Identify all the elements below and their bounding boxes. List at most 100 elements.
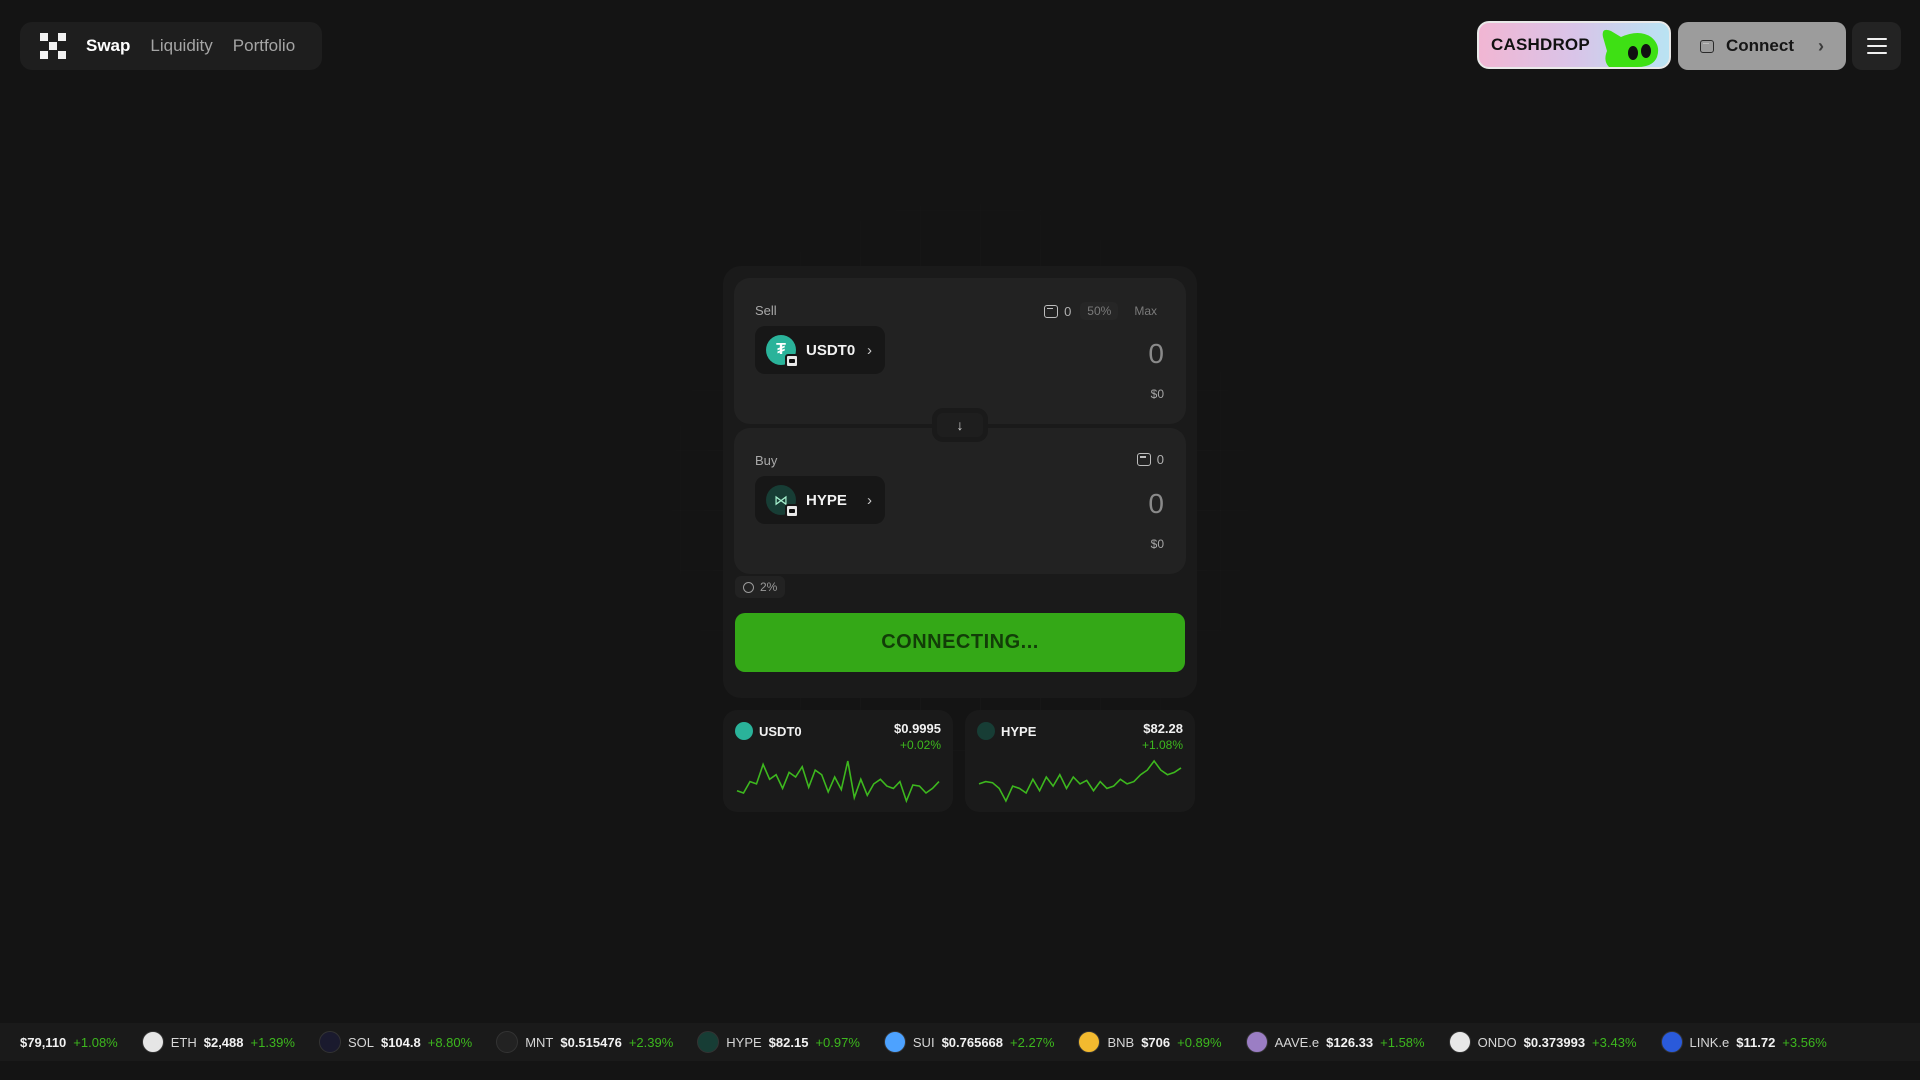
price-card-change: +1.08% <box>1141 738 1183 752</box>
ticker-change: +2.27% <box>1010 1034 1055 1050</box>
usdt0-token-icon: ₮ <box>766 335 799 368</box>
ticker-item[interactable]: SOL $104.8 +8.80% <box>318 1031 473 1053</box>
sparkline-line <box>736 760 940 804</box>
ticker-price: $11.72 <box>1736 1034 1776 1050</box>
nav-link-swap[interactable]: Swap <box>86 36 130 56</box>
token-icon <box>1078 1031 1101 1053</box>
hamburger-icon <box>1866 38 1887 40</box>
cashdrop-label: CASHDROP <box>1491 35 1590 54</box>
usdt0-token-icon <box>735 722 753 740</box>
ticker-change: +3.43% <box>1592 1034 1637 1050</box>
buy-panel: Buy 0 ⋈ HYPE › 0 $0 <box>734 428 1186 574</box>
ticker-symbol: SOL <box>347 1034 374 1050</box>
network-badge-icon <box>785 354 799 368</box>
cashdrop-button[interactable]: CASHDROP <box>1477 21 1671 69</box>
token-icon <box>318 1031 341 1053</box>
connect-label: Connect <box>1726 36 1794 55</box>
max-chip[interactable]: Max <box>1127 302 1164 320</box>
ticker-price: $0.765668 <box>941 1034 1004 1050</box>
gear-icon <box>743 581 754 593</box>
ticker-symbol: ETH <box>170 1034 197 1050</box>
buy-label: Buy <box>755 453 778 468</box>
ticker-change: +2.39% <box>628 1034 674 1050</box>
ticker-change: +8.80% <box>427 1034 473 1050</box>
wallet-icon <box>1700 39 1714 53</box>
price-card-hype[interactable]: HYPE $82.28 +1.08% <box>965 710 1195 812</box>
ticker-price: $706 <box>1141 1034 1171 1050</box>
connect-wallet-button[interactable]: Connect › <box>1678 22 1846 70</box>
price-card-token: USDT0 <box>759 723 802 739</box>
ticker-change: +1.08% <box>73 1034 118 1050</box>
chevron-right-icon: › <box>867 341 872 359</box>
ticker-price: $104.8 <box>380 1034 421 1050</box>
top-nav: Swap Liquidity Portfolio <box>20 22 322 70</box>
price-card-price: $0.9995 <box>894 721 941 736</box>
menu-button[interactable] <box>1852 22 1901 70</box>
chevron-right-icon: › <box>867 491 872 509</box>
sparkline-line <box>978 759 1182 803</box>
nav-link-portfolio[interactable]: Portfolio <box>233 36 295 56</box>
ticker-change: +0.97% <box>815 1034 860 1050</box>
hype-token-icon: ⋈ <box>766 485 799 518</box>
connecting-button[interactable]: CONNECTING... <box>735 613 1185 672</box>
ticker-item[interactable]: MNT $0.515476 +2.39% <box>496 1031 673 1053</box>
sell-balance-value: 0 <box>1064 303 1072 319</box>
ticker-symbol: HYPE <box>726 1034 762 1050</box>
wallet-icon <box>1044 304 1059 318</box>
buy-amount-input[interactable]: 0 <box>1148 488 1164 520</box>
half-chip[interactable]: 50% <box>1080 302 1119 320</box>
sell-label: Sell <box>755 303 777 318</box>
ticker-price: $82.15 <box>768 1034 809 1050</box>
token-icon <box>1245 1031 1268 1053</box>
ticker-symbol: ONDO <box>1477 1034 1517 1050</box>
ticker-item[interactable]: ETH $2,488 +1.39% <box>141 1031 295 1053</box>
logo-icon[interactable] <box>40 33 66 59</box>
token-icon <box>1660 1031 1683 1053</box>
ticker-item[interactable]: SUI $0.765668 +2.27% <box>883 1031 1055 1053</box>
hype-token-icon <box>977 722 995 740</box>
ticker-symbol: LINK.e <box>1689 1034 1730 1050</box>
token-icon <box>141 1031 164 1053</box>
sell-amount-input[interactable]: 0 <box>1148 338 1164 370</box>
sparkline-hype <box>978 759 1182 803</box>
ticker-item[interactable]: $79,110 +1.08% <box>20 1035 118 1050</box>
sell-usd-value: $0 <box>1150 387 1164 401</box>
sell-balance: 0 50% Max <box>1044 302 1164 320</box>
price-card-token: HYPE <box>1001 723 1037 739</box>
ticker-price: $79,110 <box>20 1034 67 1050</box>
ticker-item[interactable]: BNB $706 +0.89% <box>1078 1031 1222 1053</box>
ticker-symbol: SUI <box>912 1034 935 1050</box>
price-ticker: $79,110 +1.08% ETH $2,488 +1.39% SOL $104.8 +8.… <box>0 1023 1920 1061</box>
ticker-symbol: MNT <box>525 1034 554 1050</box>
sell-token-selector[interactable]: ₮ USDT0 › <box>755 326 885 374</box>
chevron-right-icon: › <box>1818 35 1824 56</box>
price-card-change: +0.02% <box>899 738 941 752</box>
ticker-item[interactable]: LINK.e $11.72 +3.56% <box>1660 1031 1827 1053</box>
buy-balance-value: 0 <box>1156 452 1164 467</box>
buy-balance: 0 <box>1136 452 1164 467</box>
token-icon <box>697 1031 720 1053</box>
swap-direction-button[interactable]: ↓ <box>935 411 985 439</box>
ticker-item[interactable]: ONDO $0.373993 +3.43% <box>1448 1031 1637 1053</box>
sell-token-name: USDT0 <box>806 341 856 359</box>
sell-panel: Sell 0 50% Max ₮ USDT0 › 0 $0 <box>734 278 1186 424</box>
price-card-usdt0[interactable]: USDT0 $0.9995 +0.02% <box>723 710 953 812</box>
token-icon <box>496 1031 519 1053</box>
cashdrop-mascot-icon <box>1602 29 1659 67</box>
slippage-setting[interactable]: 2% <box>735 576 786 598</box>
network-badge-icon <box>785 504 799 518</box>
buy-token-selector[interactable]: ⋈ HYPE › <box>755 476 885 524</box>
ticker-price: $0.515476 <box>560 1034 622 1050</box>
slippage-value: 2% <box>760 580 778 594</box>
token-icon <box>1448 1031 1471 1053</box>
ticker-change: +1.39% <box>250 1034 295 1050</box>
ticker-item[interactable]: HYPE $82.15 +0.97% <box>697 1031 860 1053</box>
ticker-change: +0.89% <box>1177 1034 1222 1050</box>
buy-usd-value: $0 <box>1150 537 1164 551</box>
arrow-down-icon: ↓ <box>956 417 964 433</box>
ticker-price: $0.373993 <box>1523 1034 1586 1050</box>
nav-link-liquidity[interactable]: Liquidity <box>150 36 212 56</box>
wallet-icon <box>1136 453 1151 466</box>
price-card-price: $82.28 <box>1143 721 1183 736</box>
ticker-item[interactable]: AAVE.e $126.33 +1.58% <box>1245 1031 1425 1053</box>
